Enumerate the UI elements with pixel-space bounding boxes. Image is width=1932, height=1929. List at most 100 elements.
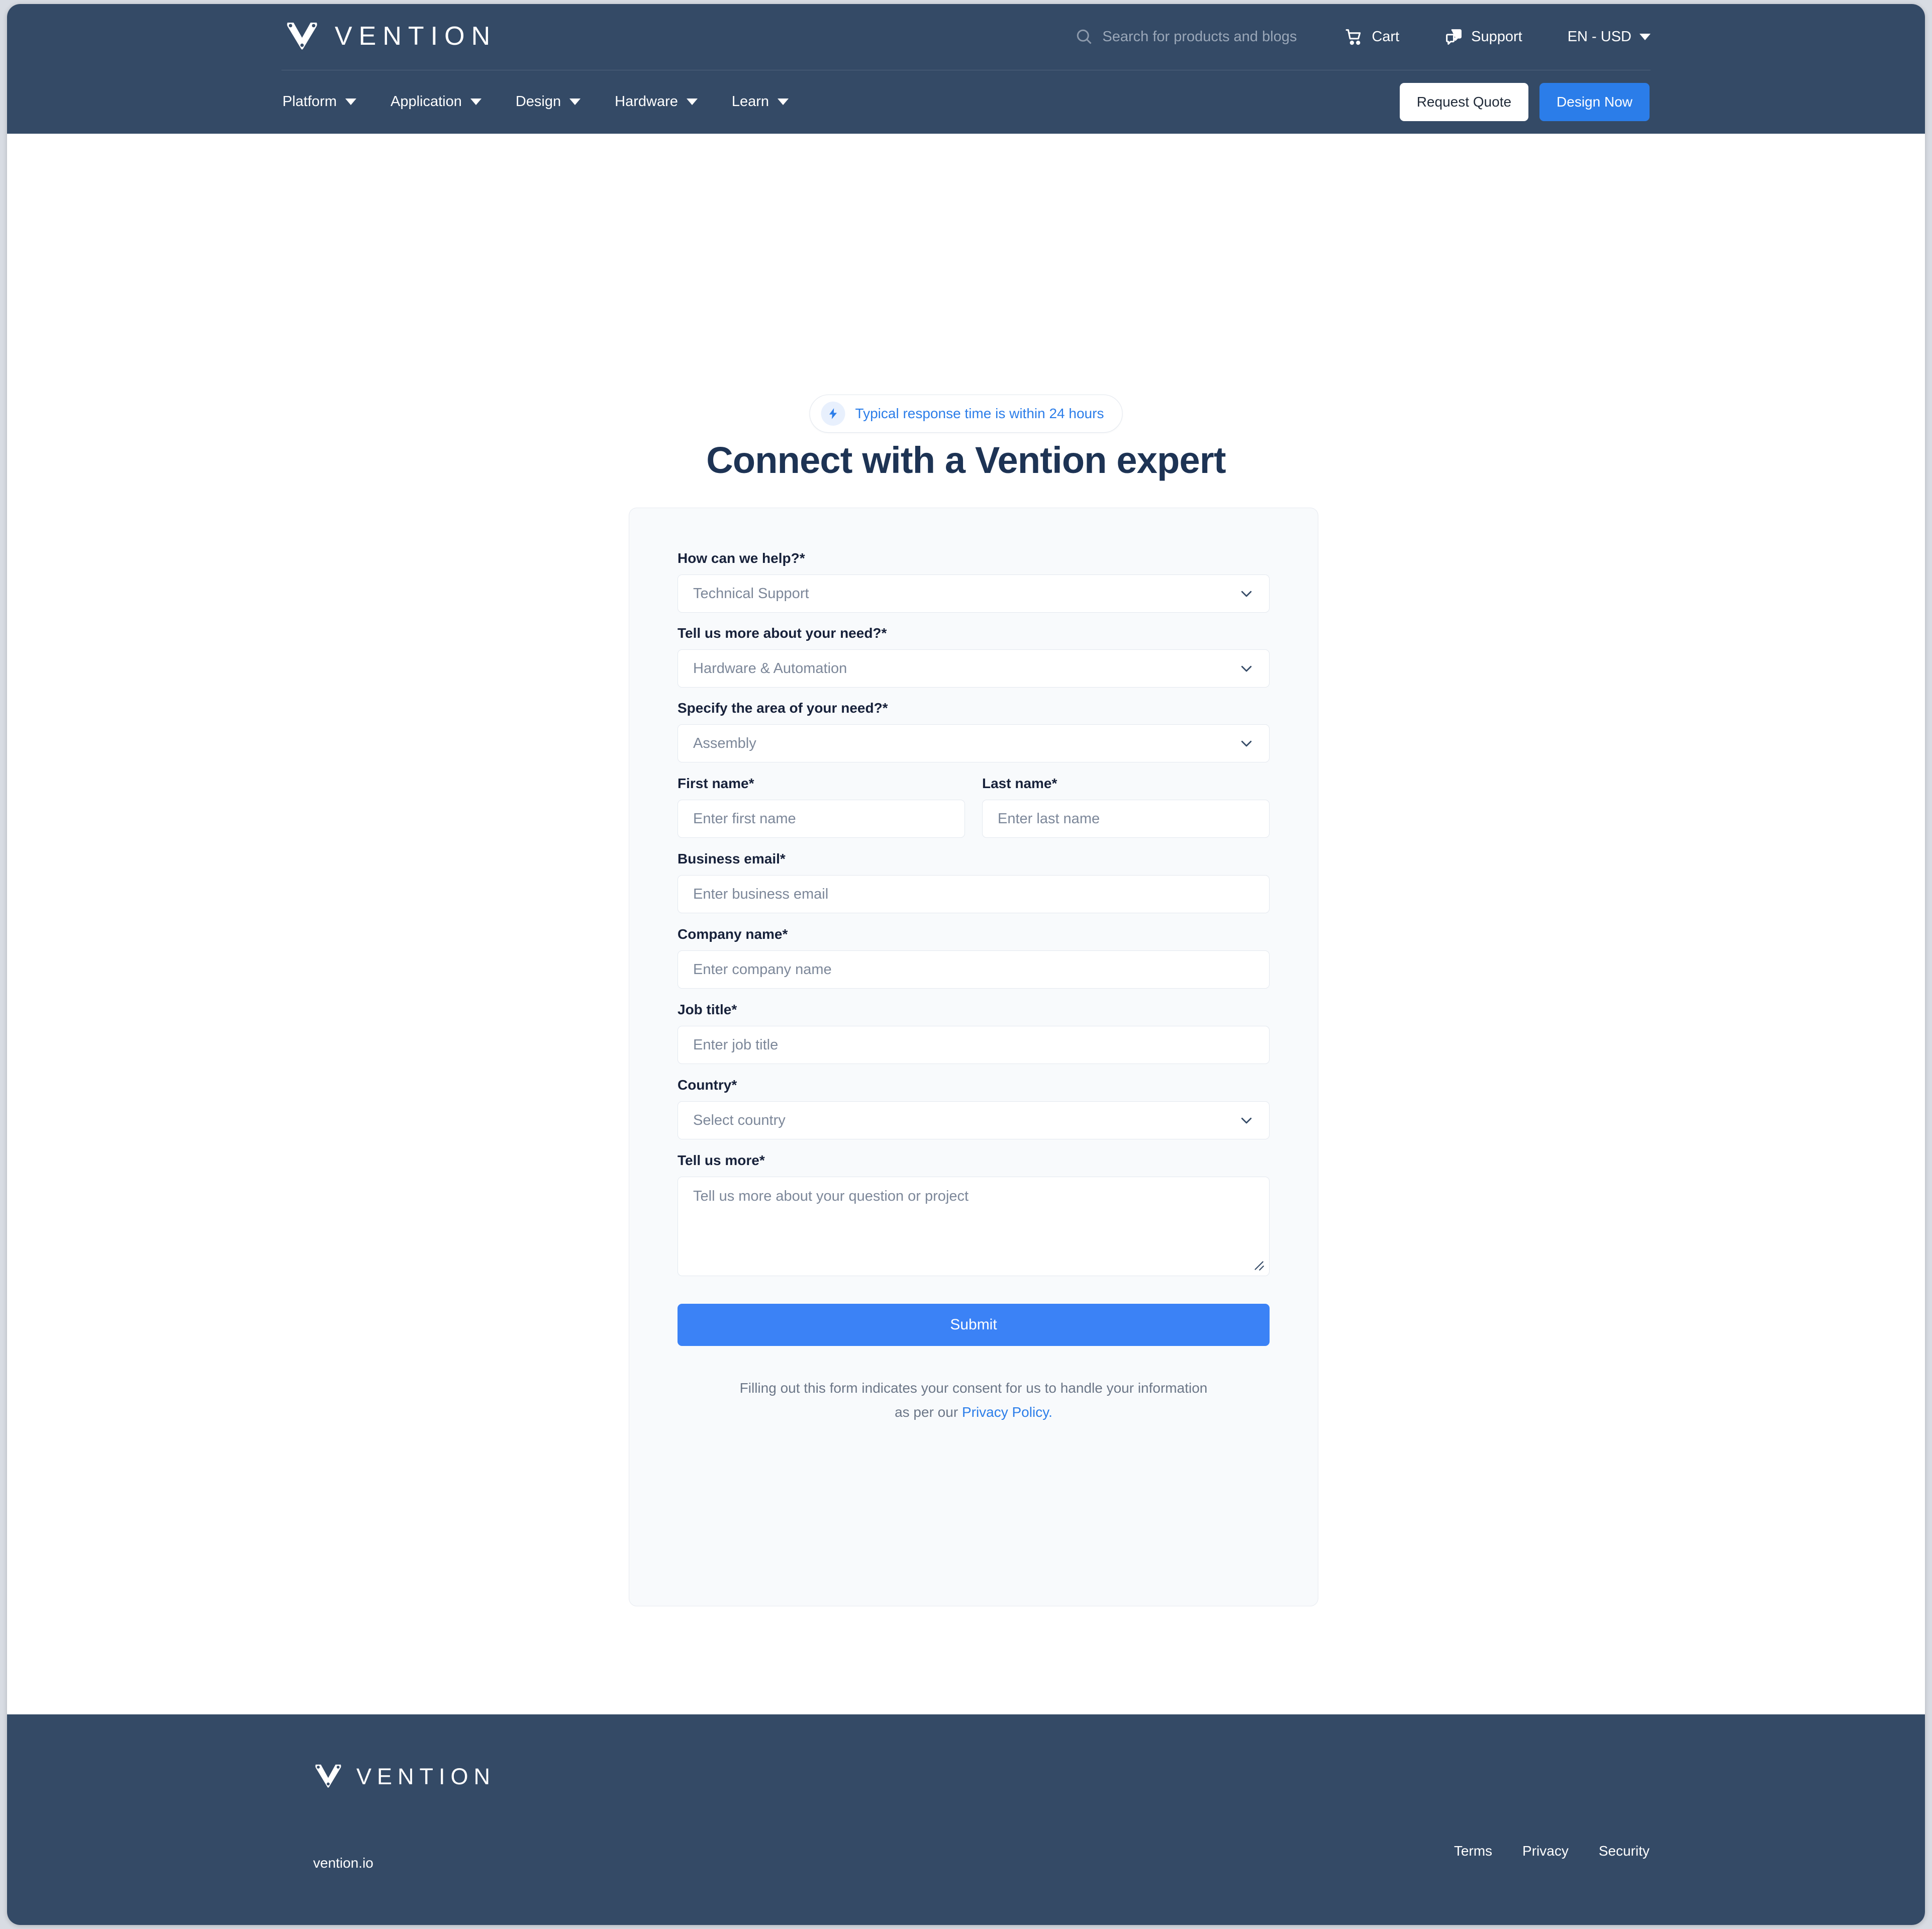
need-type-select[interactable]: Hardware & Automation [678,649,1270,688]
site-logo[interactable]: VENTION [284,18,497,54]
field-how-can-we-help: How can we help?* Technical Support [678,550,1270,613]
nav-item-label: Hardware [615,93,678,110]
search-input[interactable]: Search for products and blogs [1075,28,1297,46]
chevron-down-icon [569,99,581,105]
last-name-input[interactable]: Enter last name [982,800,1270,838]
chevron-down-icon [1241,1117,1252,1124]
header-cta-group: Request Quote Design Now [1399,70,1650,134]
consent-line-1: Filling out this form indicates your con… [739,1380,1208,1396]
footer-link-terms[interactable]: Terms [1454,1843,1492,1859]
chevron-down-icon [1241,665,1252,672]
input-placeholder: Enter first name [693,810,796,827]
country-select[interactable]: Select country [678,1101,1270,1139]
privacy-policy-link[interactable]: Privacy Policy. [962,1404,1052,1420]
field-label: First name* [678,776,754,791]
field-label: How can we help?* [678,550,805,566]
input-placeholder: Enter last name [998,810,1100,827]
field-country: Country* Select country [678,1077,1270,1139]
search-placeholder: Search for products and blogs [1102,28,1297,45]
footer-link-security[interactable]: Security [1599,1843,1650,1859]
search-icon [1077,29,1092,44]
company-name-input[interactable]: Enter company name [678,950,1270,989]
cart-button[interactable]: Cart [1345,28,1399,46]
header-top-bar: VENTION Search for products and blogs Ca… [7,4,1925,70]
support-button[interactable]: Support [1444,28,1522,46]
chevron-down-icon [470,99,481,105]
nav-item-label: Platform [282,93,337,110]
field-label: Last name* [982,776,1057,791]
site-header: VENTION Search for products and blogs Ca… [7,4,1925,134]
lightning-bolt-icon-wrap [821,402,845,426]
select-value: Select country [693,1112,786,1128]
field-label: Country* [678,1077,737,1093]
tell-us-more-textarea[interactable]: Tell us more about your question or proj… [678,1177,1270,1276]
nav-item-learn[interactable]: Learn [732,93,789,110]
area-of-need-select[interactable]: Assembly [678,724,1270,762]
nav-item-label: Design [515,93,561,110]
field-first-name: First name* Enter first name [678,776,965,838]
response-time-badge-label: Typical response time is within 24 hours [855,406,1104,421]
nav-item-platform[interactable]: Platform [282,93,356,110]
nav-item-label: Application [390,93,462,110]
field-company-name: Company name* Enter company name [678,926,1270,989]
select-value: Assembly [693,735,756,751]
field-business-email: Business email* Enter business email [678,851,1270,913]
footer-logo[interactable]: VENTION [313,1764,496,1789]
field-job-title: Job title* Enter job title [678,1002,1270,1064]
footer-url[interactable]: vention.io [313,1855,373,1871]
field-label: Tell us more about your need?* [678,625,887,641]
consent-line-2-prefix: as per our [895,1404,962,1420]
nav-item-hardware[interactable]: Hardware [615,93,698,110]
footer-link-privacy[interactable]: Privacy [1522,1843,1569,1859]
name-row: First name* Enter first name Last name* … [678,776,1270,838]
field-label: Tell us more* [678,1152,765,1168]
footer-logo-wordmark: VENTION [356,1763,496,1789]
textarea-placeholder: Tell us more about your question or proj… [693,1188,969,1204]
field-last-name: Last name* Enter last name [982,776,1270,838]
chevron-down-icon [345,99,356,105]
input-placeholder: Enter job title [693,1036,779,1053]
chevron-down-icon [1241,740,1252,747]
support-label: Support [1471,28,1522,45]
submit-button[interactable]: Submit [678,1304,1270,1346]
nav-item-application[interactable]: Application [391,93,481,110]
design-now-button[interactable]: Design Now [1539,82,1650,121]
field-label: Job title* [678,1002,737,1017]
nav-item-design[interactable]: Design [516,93,581,110]
select-value: Hardware & Automation [693,660,847,677]
chevron-down-icon [1639,33,1651,40]
business-email-input[interactable]: Enter business email [678,875,1270,913]
field-label: Company name* [678,926,788,942]
field-specify-area: Specify the area of your need?* Assembly [678,700,1270,762]
header-tools: Search for products and blogs Cart Suppo… [1075,22,1651,51]
contact-form-card: How can we help?* Technical Support Tell… [629,508,1318,1606]
first-name-input[interactable]: Enter first name [678,800,965,838]
chevron-down-icon [778,99,789,105]
site-footer: VENTION Terms Privacy Security [7,1714,1925,1925]
site-logo-wordmark: VENTION [335,22,497,51]
lightning-bolt-icon [829,408,837,419]
cart-label: Cart [1372,28,1400,45]
footer-links: Terms Privacy Security [1454,1843,1650,1859]
browser-page: VENTION Search for products and blogs Ca… [7,4,1925,1925]
header-bottom-bar: Platform Application Design Hardware Lea… [7,70,1925,134]
field-label: Business email* [678,851,786,866]
locale-label: EN - USD [1567,28,1631,45]
input-placeholder: Enter business email [693,886,829,902]
field-tell-us-more: Tell us more* Tell us more about your qu… [678,1152,1270,1276]
job-title-input[interactable]: Enter job title [678,1026,1270,1064]
how-can-we-help-select[interactable]: Technical Support [678,574,1270,613]
locale-selector[interactable]: EN - USD [1568,29,1651,45]
response-time-badge: Typical response time is within 24 hours [809,395,1123,433]
chevron-down-icon [1241,591,1252,597]
resize-handle-icon[interactable] [1252,1259,1265,1272]
request-quote-button[interactable]: Request Quote [1399,82,1529,121]
primary-nav: Platform Application Design Hardware Lea… [282,70,823,134]
vention-v-logo-icon [287,23,317,50]
field-label: Specify the area of your need?* [678,700,888,716]
input-placeholder: Enter company name [693,961,832,978]
page-title: Connect with a Vention expert [706,439,1226,481]
support-chat-icon [1446,29,1462,45]
main-content: Typical response time is within 24 hours… [7,134,1925,1714]
vention-v-logo-icon [315,1764,341,1788]
